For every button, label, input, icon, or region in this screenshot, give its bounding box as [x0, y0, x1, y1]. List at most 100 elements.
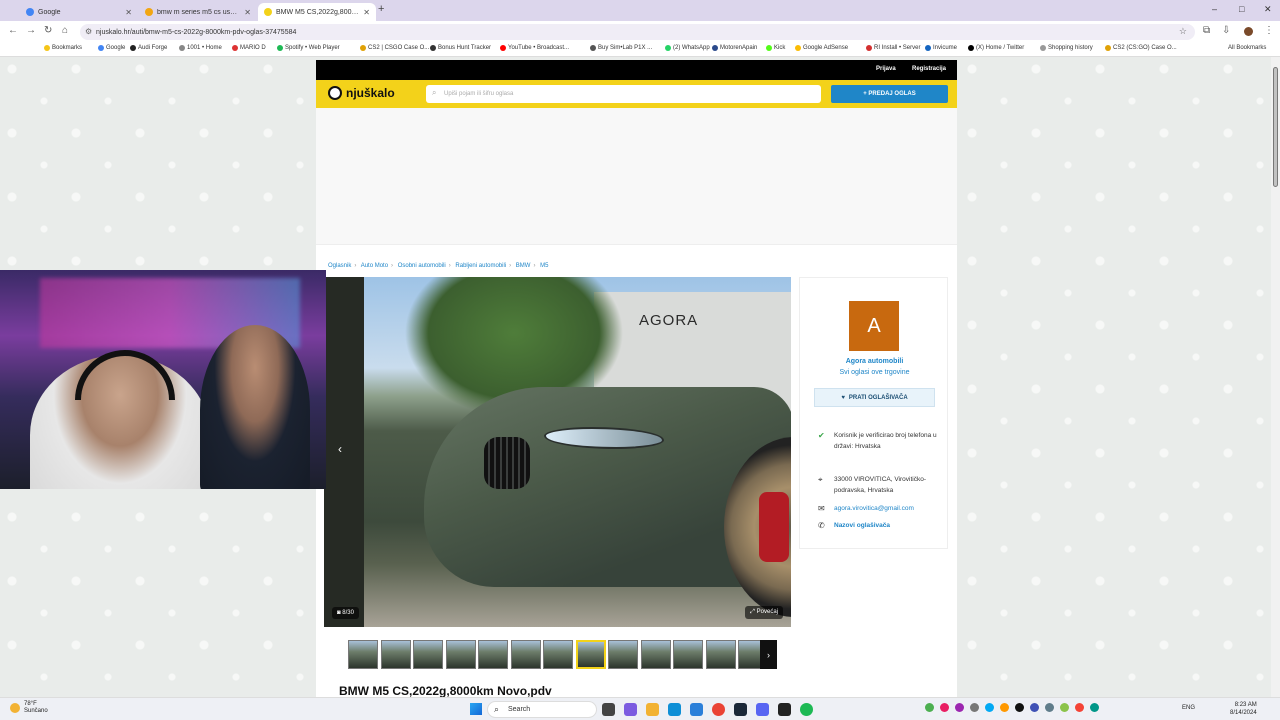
breadcrumb-item[interactable]: Auto Moto [361, 263, 388, 269]
bookmark-item[interactable]: Audi Forge [130, 45, 167, 51]
copilot-icon[interactable] [624, 703, 637, 716]
gallery-thumbnail[interactable] [575, 640, 606, 669]
maximize-button[interactable]: □ [1239, 4, 1244, 14]
tab-google[interactable]: Google ✕ [20, 3, 138, 21]
start-button[interactable] [470, 703, 482, 715]
tray-app-icon[interactable] [1090, 703, 1099, 712]
bookmark-item[interactable]: YouTube • Broadcast... [500, 45, 569, 51]
bookmark-star-icon[interactable]: ☆ [1179, 26, 1187, 37]
gallery-thumbnail[interactable] [478, 640, 508, 669]
email-link[interactable]: agora.virovitica@gmail.com [834, 503, 914, 514]
address-bar[interactable]: ⚙ njuskalo.hr/auti/bmw-m5-cs-2022g-8000k… [80, 24, 1195, 40]
bookmark-item[interactable]: Bonus Hunt Tracker [430, 45, 491, 51]
obs-icon[interactable] [778, 703, 791, 716]
breadcrumb-item[interactable]: Oglasnik [328, 263, 351, 269]
gallery-thumbnail[interactable] [510, 640, 541, 669]
menu-icon[interactable]: ⋮ [1264, 25, 1274, 36]
close-window-button[interactable]: ✕ [1264, 4, 1272, 15]
post-ad-button[interactable]: + PREDAJ OGLAS [831, 85, 948, 103]
minimize-button[interactable]: – [1212, 4, 1217, 14]
bookmark-item[interactable]: Google [98, 45, 125, 51]
gallery-thumbnail[interactable] [673, 640, 703, 669]
close-icon[interactable]: ✕ [125, 8, 132, 17]
tray-app-icon[interactable] [1000, 703, 1009, 712]
extension-icon[interactable]: ⧉ [1203, 25, 1210, 36]
bookmark-item[interactable]: (X) Home / Twitter [968, 45, 1024, 51]
spotify-icon[interactable] [800, 703, 813, 716]
tray-app-icon[interactable] [1030, 703, 1039, 712]
tray-app-icon[interactable] [1060, 703, 1069, 712]
taskbar-search[interactable]: ⌕ Search [487, 701, 597, 718]
breadcrumb-item[interactable]: Osobni automobili [398, 263, 446, 269]
gallery-thumbnail[interactable] [445, 640, 476, 669]
seller-all-ads-link[interactable]: Svi oglasi ove trgovine [800, 369, 949, 376]
gallery-thumbnail[interactable] [380, 640, 411, 669]
close-icon[interactable]: ✕ [244, 8, 251, 17]
edge-icon[interactable] [668, 703, 681, 716]
back-icon[interactable]: ← [8, 25, 18, 36]
enlarge-button[interactable]: ⤢ Povećaj [745, 606, 783, 619]
steam-icon[interactable] [734, 703, 747, 716]
tray-app-icon[interactable] [925, 703, 934, 712]
breadcrumb-item[interactable]: Rabljeni automobili [455, 263, 506, 269]
bookmark-item[interactable]: CS2 (CS:GO) Case O... [1105, 45, 1177, 51]
gallery-thumbnail[interactable] [608, 640, 638, 669]
tray-app-icon[interactable] [970, 703, 979, 712]
gallery-thumbnail[interactable] [705, 640, 736, 669]
follow-seller-button[interactable]: ♥ PRATI OGLAŠIVAČA [814, 388, 935, 407]
tray-app-icon[interactable] [1045, 703, 1054, 712]
bookmark-item[interactable]: Invicume [925, 45, 957, 51]
page-scrollbar[interactable] [1271, 57, 1280, 697]
bookmark-item[interactable]: Buy Sim•Lab P1X ... [590, 45, 652, 51]
gallery-thumbnail[interactable] [640, 640, 671, 669]
scrollbar-thumb[interactable] [1273, 67, 1278, 187]
call-seller-link[interactable]: Nazovi oglašivača [834, 520, 890, 531]
tray-app-icon[interactable] [985, 703, 994, 712]
store-icon[interactable] [690, 703, 703, 716]
bookmark-item[interactable]: (2) WhatsApp [665, 45, 710, 51]
taskbar-clock[interactable]: 8:23 AM 8/14/2024 [1230, 701, 1257, 717]
bookmark-item[interactable]: MARIO D [232, 45, 266, 51]
gallery-thumbnail[interactable] [543, 640, 573, 669]
chrome-icon[interactable] [712, 703, 725, 716]
all-bookmarks-button[interactable]: All Bookmarks [1228, 45, 1266, 51]
bookmark-item[interactable]: CS2 | CSGO Case O... [360, 45, 429, 51]
car-photo[interactable]: AGORA [364, 277, 791, 627]
home-icon[interactable]: ⌂ [62, 25, 68, 36]
tab-active-listing[interactable]: BMW M5 CS,2022g,8000km No... ✕ [258, 3, 376, 21]
weather-widget[interactable]: 78°F Sunčano [10, 701, 48, 715]
bookmark-item[interactable]: Shopping history [1040, 45, 1093, 51]
thumbnails-next-arrow[interactable]: › [760, 640, 777, 669]
seller-avatar[interactable]: A [849, 301, 899, 351]
tray-app-icon[interactable] [940, 703, 949, 712]
tray-app-icon[interactable] [1075, 703, 1084, 712]
tray-app-icon[interactable] [1015, 703, 1024, 712]
tray-app-icon[interactable] [955, 703, 964, 712]
site-logo[interactable]: njuškalo [328, 86, 395, 100]
close-icon[interactable]: ✕ [363, 8, 370, 17]
bookmark-item[interactable]: 1001 • Home [179, 45, 222, 51]
file-explorer-icon[interactable] [646, 703, 659, 716]
site-search-input[interactable]: ⌕ Upiši pojam ili šifru oglasa [426, 85, 821, 103]
bookmark-item[interactable]: Bookmarks [44, 45, 82, 51]
bookmark-item[interactable]: Google AdSense [795, 45, 848, 51]
gallery-thumbnail[interactable] [413, 640, 443, 669]
breadcrumb-item[interactable]: M5 [540, 263, 548, 269]
site-info-icon[interactable]: ⚙ [85, 27, 92, 36]
new-tab-button[interactable]: + [378, 3, 384, 15]
photo-gallery[interactable]: AGORA ‹ ◙ 8/30 ⤢ Povećaj [324, 277, 791, 627]
login-link[interactable]: Prijava [876, 66, 896, 72]
profile-avatar[interactable] [1244, 27, 1253, 36]
breadcrumb-item[interactable]: BMW [516, 263, 531, 269]
bookmark-item[interactable]: MotorenApain [712, 45, 757, 51]
task-view-icon[interactable] [602, 703, 615, 716]
forward-icon[interactable]: → [26, 25, 36, 36]
gallery-thumbnail[interactable] [348, 640, 378, 669]
register-link[interactable]: Registracija [912, 66, 946, 72]
tab-search[interactable]: bmw m series m5 cs used – Sea ✕ [139, 3, 257, 21]
language-indicator[interactable]: ENG [1182, 705, 1195, 711]
bookmark-item[interactable]: Spotify • Web Player [277, 45, 340, 51]
seller-name-link[interactable]: Agora automobili [800, 358, 949, 365]
discord-icon[interactable] [756, 703, 769, 716]
download-icon[interactable]: ⇩ [1222, 25, 1230, 36]
